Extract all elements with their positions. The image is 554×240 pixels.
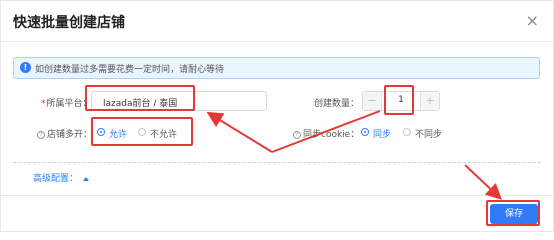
annotation-arrows — [206, 110, 502, 200]
arrow-link-count — [271, 110, 381, 153]
arrow-to-save — [464, 164, 502, 200]
arrow-to-platform — [206, 111, 273, 153]
